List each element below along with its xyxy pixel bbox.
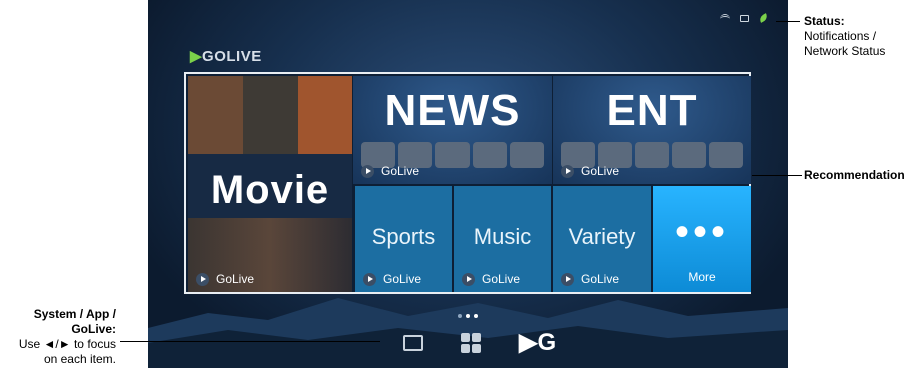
news-photos <box>361 134 545 168</box>
play-icon <box>361 164 374 178</box>
ent-tile[interactable]: ENT GoLive <box>553 76 751 184</box>
recommendation-grid: Movie GoLive NEWS GoLive ENT GoLive Spor… <box>184 72 751 294</box>
bottom-dock: ▶G <box>403 328 556 357</box>
music-golive: GoLive <box>462 272 520 286</box>
news-tile[interactable]: NEWS GoLive <box>353 76 552 184</box>
sports-golive: GoLive <box>363 272 421 286</box>
status-bar <box>720 13 769 23</box>
variety-golive: GoLive <box>561 272 619 286</box>
more-dots-icon: ••• <box>674 210 729 254</box>
golive-icon[interactable]: ▶G <box>519 328 556 357</box>
wifi-icon <box>720 14 730 22</box>
recommendation-callout-line <box>752 175 802 176</box>
page-indicator <box>458 314 478 318</box>
movie-golive: GoLive <box>196 272 254 286</box>
recommendation-callout: Recommendation <box>804 168 905 182</box>
more-tile[interactable]: ••• More <box>653 186 751 292</box>
more-label: More <box>688 270 716 284</box>
ent-golive: GoLive <box>561 164 619 178</box>
movie-tile[interactable]: Movie GoLive <box>188 76 352 292</box>
status-callout-line <box>776 21 800 22</box>
golive-logo: ▶GOLIVE <box>190 48 262 65</box>
play-icon <box>561 272 574 286</box>
variety-tile[interactable]: Variety GoLive <box>553 186 651 292</box>
tv-icon[interactable] <box>403 334 423 351</box>
play-icon <box>363 272 376 286</box>
music-label: Music <box>473 224 532 249</box>
ent-label: ENT <box>606 86 698 135</box>
tv-status-icon <box>740 14 749 22</box>
movie-label: Movie <box>210 168 330 212</box>
sports-label: Sports <box>371 224 436 249</box>
status-callout: Status: Notifications / Network Status <box>804 14 886 58</box>
system-callout-line <box>120 341 380 342</box>
news-label: NEWS <box>384 86 521 135</box>
variety-label: Variety <box>568 224 636 249</box>
apps-icon[interactable] <box>461 332 481 353</box>
play-icon <box>561 164 574 178</box>
sports-tile[interactable]: Sports GoLive <box>355 186 452 292</box>
music-tile[interactable]: Music GoLive <box>454 186 551 292</box>
play-icon <box>196 272 209 286</box>
leaf-icon <box>758 13 769 23</box>
ent-photos <box>561 134 743 168</box>
system-callout: System / App / GoLive: Use ◄/► to focus … <box>18 307 116 366</box>
play-icon <box>462 272 475 286</box>
tv-screen: ▶GOLIVE Movie GoLive NEWS GoLive ENT GoL… <box>148 0 788 368</box>
news-golive: GoLive <box>361 164 419 178</box>
